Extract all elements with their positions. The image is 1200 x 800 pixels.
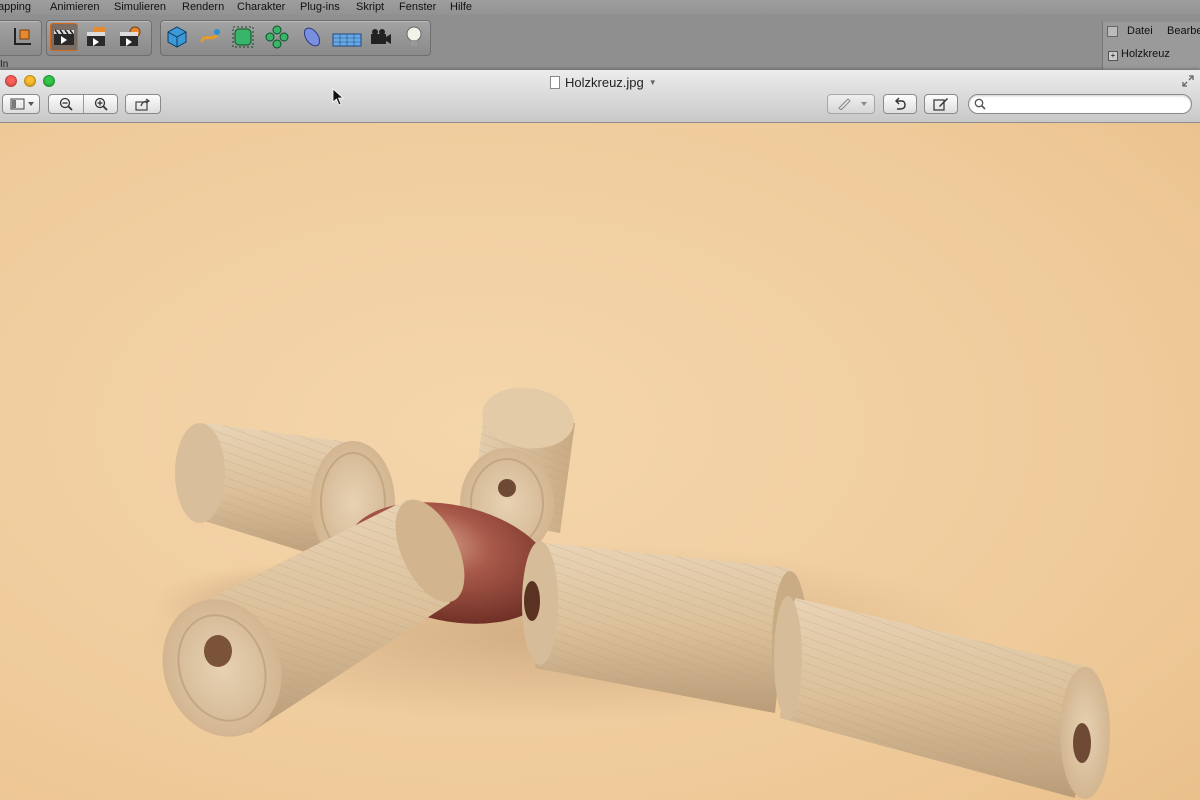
annotate-button[interactable] xyxy=(827,94,875,114)
zoom-out-button[interactable] xyxy=(49,95,83,113)
camera-icon[interactable] xyxy=(368,24,394,50)
window-title-text: Holzkreuz.jpg xyxy=(565,74,644,90)
rotate-icon xyxy=(895,97,906,110)
spline-pen-icon[interactable] xyxy=(197,24,223,50)
zoom-segmented-control xyxy=(48,94,118,114)
render-view-icon[interactable] xyxy=(50,23,78,51)
object-row-holzkreuz[interactable]: Holzkreuz xyxy=(1121,48,1170,60)
panel-grip-icon[interactable] xyxy=(1107,26,1118,37)
close-button[interactable] xyxy=(5,75,17,87)
menu-animieren[interactable]: Animieren xyxy=(50,1,100,13)
search-field[interactable] xyxy=(968,94,1192,114)
toolbar-group-coordinates xyxy=(0,20,42,56)
edit-toolbar-button[interactable] xyxy=(924,94,958,114)
menu-plugins[interactable]: Plug-ins xyxy=(300,1,340,13)
side-panel-label: In xyxy=(0,59,9,70)
edit-toolbar-icon xyxy=(933,98,948,111)
menu-hilfe[interactable]: Hilfe xyxy=(450,1,472,13)
image-viewport[interactable] xyxy=(0,123,1200,800)
rendered-wooden-cross-image xyxy=(0,123,1200,800)
menu-rendern[interactable]: Rendern xyxy=(182,1,224,13)
zoom-in-button[interactable] xyxy=(84,95,118,113)
render-settings-icon[interactable] xyxy=(117,24,143,50)
floor-plane-icon[interactable] xyxy=(331,24,363,50)
toolbar-group-objects xyxy=(160,20,431,56)
pen-markup-icon xyxy=(838,98,867,110)
om-menu-datei[interactable]: Datei xyxy=(1127,25,1153,37)
menu-skript[interactable]: Skript xyxy=(356,1,384,13)
mouse-pointer-icon xyxy=(332,88,344,106)
deformer-icon[interactable] xyxy=(299,24,325,50)
app-menubar: apping Animieren Simulieren Rendern Char… xyxy=(0,0,1200,15)
subdivision-icon[interactable] xyxy=(230,24,256,50)
window-titlebar: Holzkreuz.jpg ▼ xyxy=(0,70,1200,123)
document-icon xyxy=(550,75,560,89)
share-icon xyxy=(135,97,151,111)
menu-fenster[interactable]: Fenster xyxy=(399,1,436,13)
light-bulb-icon[interactable] xyxy=(401,24,427,50)
om-menu-bearbeiten[interactable]: Bearbe xyxy=(1167,25,1200,37)
search-icon xyxy=(974,98,986,110)
expand-icon[interactable]: + xyxy=(1108,51,1118,61)
toolbar-group-render xyxy=(46,20,152,56)
minimize-button[interactable] xyxy=(24,75,36,87)
rotate-button[interactable] xyxy=(883,94,917,114)
menu-simulieren[interactable]: Simulieren xyxy=(114,1,166,13)
fullscreen-icon[interactable] xyxy=(1182,75,1194,87)
zoom-in-icon xyxy=(94,97,108,111)
render-picture-queue-icon[interactable] xyxy=(84,24,110,50)
zoom-out-icon xyxy=(59,97,73,111)
search-input[interactable] xyxy=(989,96,1189,114)
sidebar-toggle-button[interactable] xyxy=(2,94,40,114)
object-manager-panel: Datei Bearbe + Holzkreuz xyxy=(1102,22,1200,74)
preview-window: Holzkreuz.jpg ▼ xyxy=(0,70,1200,800)
title-menu-chevron-icon[interactable]: ▼ xyxy=(649,78,657,87)
window-title[interactable]: Holzkreuz.jpg ▼ xyxy=(550,73,657,91)
sidebar-toggle-icon xyxy=(10,98,34,110)
cloner-icon[interactable] xyxy=(264,24,290,50)
app-toolbar: In xyxy=(0,15,1200,70)
menu-mapping[interactable]: apping xyxy=(0,1,31,13)
share-button[interactable] xyxy=(125,94,161,114)
cube-icon[interactable] xyxy=(164,24,190,50)
axis-icon[interactable] xyxy=(9,24,35,50)
zoom-button[interactable] xyxy=(43,75,55,87)
menu-charakter[interactable]: Charakter xyxy=(237,1,285,13)
